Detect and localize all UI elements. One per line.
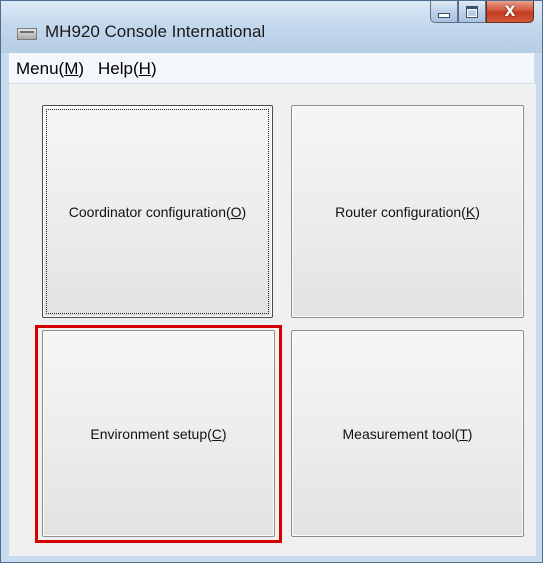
menu-bar: Menu(M) Help(H) bbox=[9, 53, 534, 84]
environment-label-suffix: ) bbox=[221, 425, 227, 442]
title-bar[interactable]: MH920 Console International X bbox=[1, 1, 542, 53]
menu-label-suffix: ) bbox=[78, 59, 85, 78]
menu-label-prefix: Menu( bbox=[16, 59, 65, 78]
app-icon[interactable] bbox=[17, 28, 37, 40]
router-label-suffix: ) bbox=[475, 203, 480, 220]
app-window: MH920 Console International X Menu(M) He… bbox=[0, 0, 543, 563]
minimize-button[interactable] bbox=[430, 1, 458, 23]
help-label-prefix: Help( bbox=[98, 59, 139, 78]
router-mnemonic: K bbox=[465, 203, 476, 220]
measurement-label: Measurement tool(T) bbox=[343, 426, 473, 442]
measurement-label-suffix: ) bbox=[467, 425, 473, 442]
caption-buttons: X bbox=[430, 1, 534, 25]
environment-setup-button[interactable]: Environment setup(C) bbox=[42, 330, 275, 537]
focus-rectangle bbox=[46, 109, 269, 314]
coordinator-configuration-button[interactable]: Coordinator configuration(O) bbox=[42, 105, 273, 318]
minimize-icon bbox=[438, 13, 450, 18]
help-mnemonic: H bbox=[138, 59, 151, 78]
router-label-prefix: Router configuration( bbox=[335, 203, 466, 220]
maximize-icon bbox=[466, 5, 478, 18]
window-title: MH920 Console International bbox=[45, 22, 266, 41]
measurement-tool-button[interactable]: Measurement tool(T) bbox=[291, 330, 524, 537]
environment-label: Environment setup(C) bbox=[90, 426, 226, 442]
menu-item-menu[interactable]: Menu(M) bbox=[9, 53, 91, 83]
close-button[interactable]: X bbox=[486, 1, 534, 23]
maximize-button[interactable] bbox=[458, 1, 486, 23]
router-configuration-button[interactable]: Router configuration(K) bbox=[291, 105, 524, 318]
menu-mnemonic: M bbox=[64, 59, 79, 78]
measurement-mnemonic: T bbox=[459, 425, 468, 442]
environment-label-prefix: Environment setup( bbox=[90, 425, 212, 442]
router-label: Router configuration(K) bbox=[335, 204, 480, 220]
close-icon: X bbox=[504, 3, 516, 20]
measurement-label-prefix: Measurement tool( bbox=[342, 425, 460, 442]
menu-item-help[interactable]: Help(H) bbox=[91, 53, 164, 83]
help-label-suffix: ) bbox=[150, 59, 157, 78]
environment-mnemonic: C bbox=[211, 425, 222, 442]
